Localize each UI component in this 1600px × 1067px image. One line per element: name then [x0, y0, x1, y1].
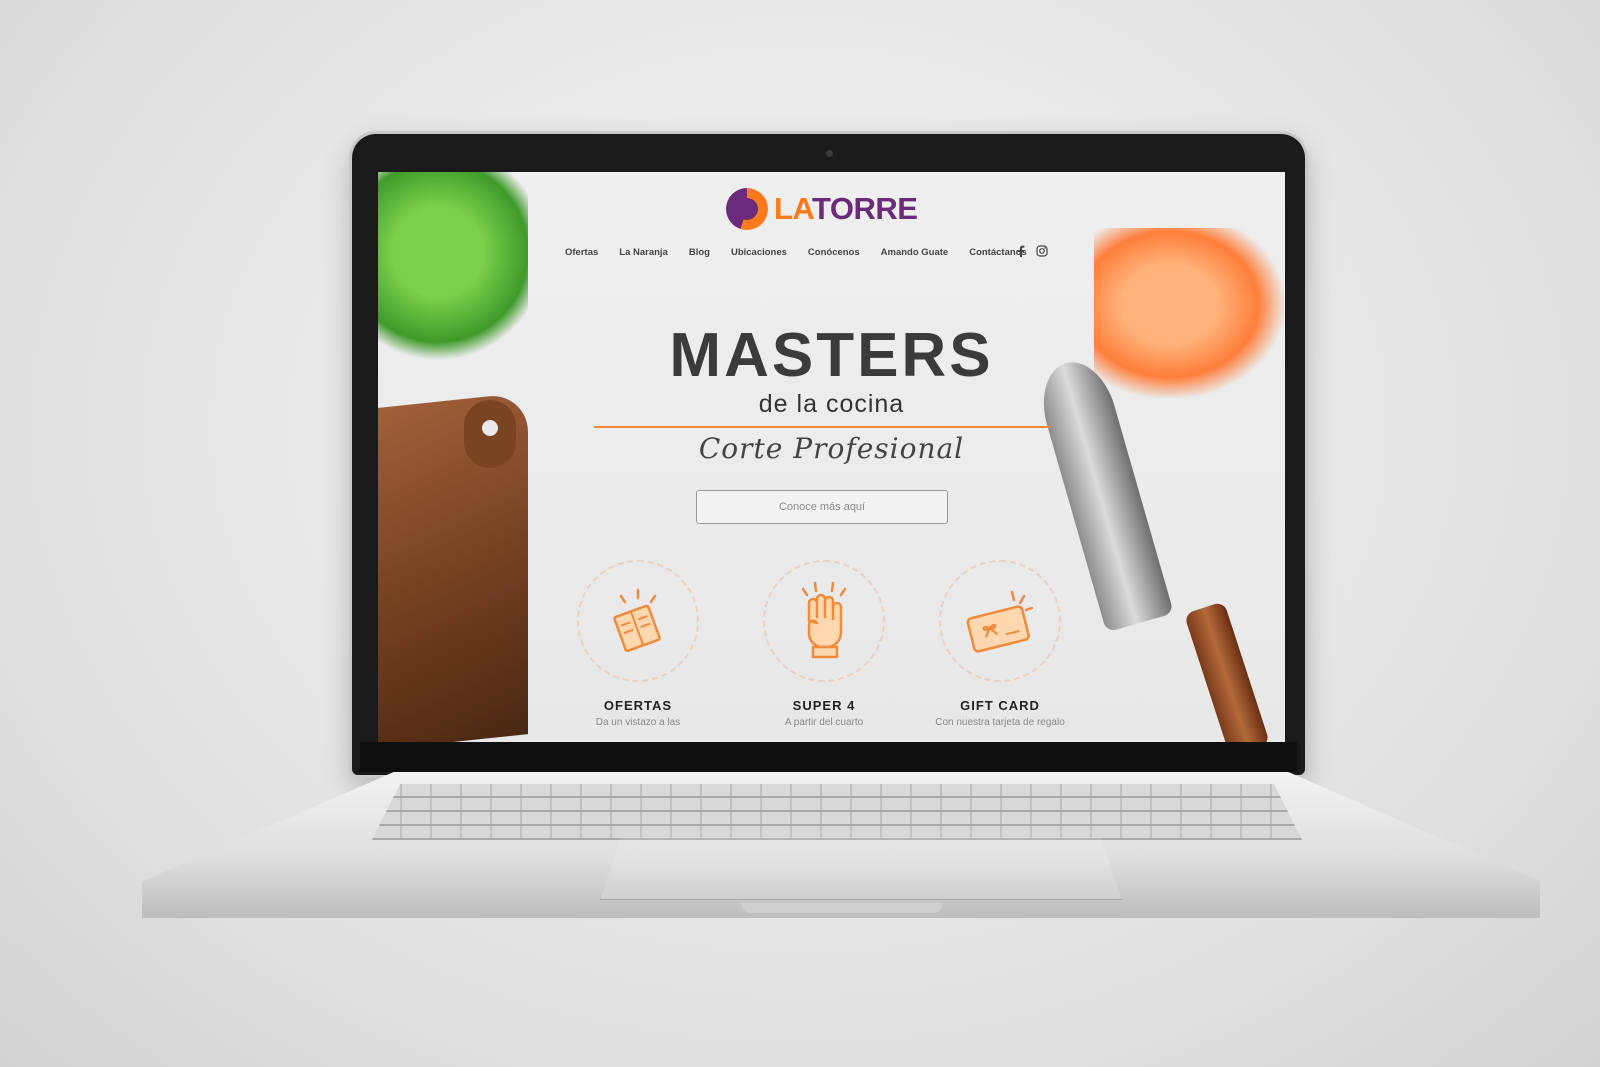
feature-desc: A partir del cuarto [784, 717, 864, 728]
nav-item-amando-guate[interactable]: Amando Guate [881, 247, 949, 258]
feature-ofertas[interactable]: OFERTAS Da un vistazo a las [568, 560, 708, 728]
hero-subtitle: de la cocina [758, 390, 905, 418]
brand-name: LATORRE [774, 191, 918, 227]
instagram-icon[interactable] [1036, 245, 1048, 260]
brand-la: LA [774, 191, 813, 226]
nav-item-blog[interactable]: Blog [689, 247, 710, 258]
feature-super-4[interactable]: SUPER 4 A partir del cuarto [754, 560, 894, 728]
feature-desc: Da un vistazo a las [595, 717, 681, 728]
nav-item-ofertas[interactable]: Ofertas [565, 247, 598, 258]
trackpad [600, 837, 1122, 900]
feature-desc: Con nuestra tarjeta de regalo [935, 717, 1065, 728]
nav-item-ubicaciones[interactable]: Ubicaciones [731, 247, 787, 258]
feature-title: SUPER 4 [792, 698, 856, 713]
newspaper-icon [577, 560, 699, 682]
camera-icon [826, 150, 833, 157]
keyboard-rows [372, 784, 1302, 840]
hero-script-text: Corte Profesional [698, 432, 965, 465]
brand-logo[interactable]: LATORRE [726, 188, 918, 230]
nav-item-la-naranja[interactable]: La Naranja [619, 247, 668, 258]
gift-card-icon [939, 560, 1061, 682]
feature-gift-card[interactable]: GIFT CARD Con nuestra tarjeta de regalo [930, 560, 1070, 728]
cta-button[interactable]: Conoce más aquí [696, 490, 948, 524]
facebook-icon[interactable] [1016, 245, 1026, 260]
hero-title: MASTERS [669, 321, 994, 390]
screen-bezel [360, 742, 1297, 772]
nav-item-conocenos[interactable]: Conócenos [808, 247, 860, 258]
logo-mark-icon [726, 188, 768, 230]
feature-title: GIFT CARD [960, 698, 1040, 713]
hand-four-icon [763, 560, 885, 682]
website-screen: LATORRE Ofertas La Naranja Blog Ubicacio… [378, 172, 1285, 742]
hero-divider [594, 426, 1050, 428]
lid-notch [742, 903, 942, 913]
feature-title: OFERTAS [603, 698, 673, 713]
main-nav: Ofertas La Naranja Blog Ubicaciones Conó… [565, 247, 1027, 258]
brand-torre: TORRE [812, 191, 918, 226]
knife-handle-image [1183, 601, 1271, 742]
